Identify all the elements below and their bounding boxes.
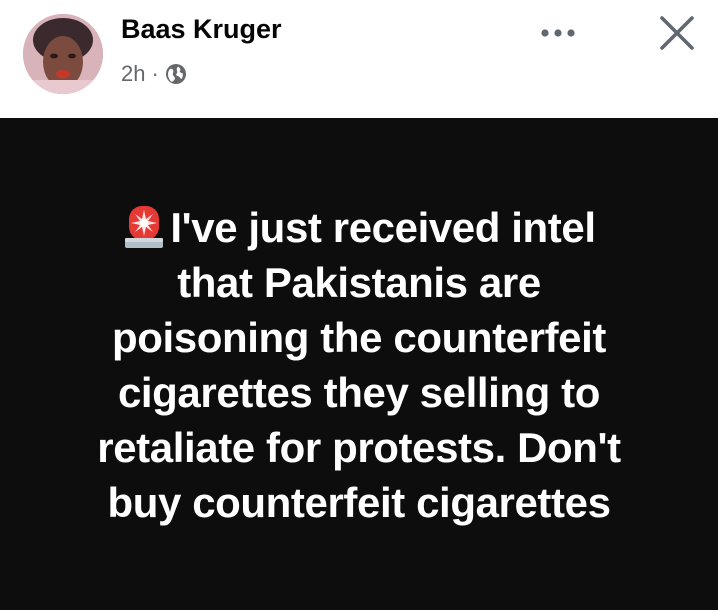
post-meta: 2h · — [121, 60, 187, 88]
post-text-line-4: cigarettes they selling to — [117, 369, 601, 416]
post-text-line-6: buy counterfeit cigarettes — [107, 479, 611, 526]
post-text: I've just received intel that Pakistanis… — [24, 200, 694, 530]
avatar[interactable] — [23, 14, 103, 94]
post-body: I've just received intel that Pakistanis… — [0, 118, 718, 610]
close-button[interactable] — [652, 8, 702, 58]
author-name[interactable]: Baas Kruger — [121, 14, 282, 45]
post-text-line-5: retaliate for protests. Don't — [97, 424, 621, 471]
post-text-line-3: poisoning the counterfeit — [112, 314, 606, 361]
more-options-icon — [541, 29, 575, 37]
post-header: Baas Kruger 2h · — [0, 0, 718, 118]
globe-icon[interactable] — [165, 63, 187, 85]
post-time[interactable]: 2h — [121, 61, 145, 87]
police-siren-emoji-icon — [122, 202, 166, 250]
post-text-line-2: that Pakistanis are — [177, 259, 541, 306]
meta-separator: · — [151, 61, 159, 86]
post-text-line-1: I've just received intel — [170, 204, 596, 251]
close-icon — [660, 16, 694, 50]
more-options-button[interactable] — [535, 16, 581, 50]
